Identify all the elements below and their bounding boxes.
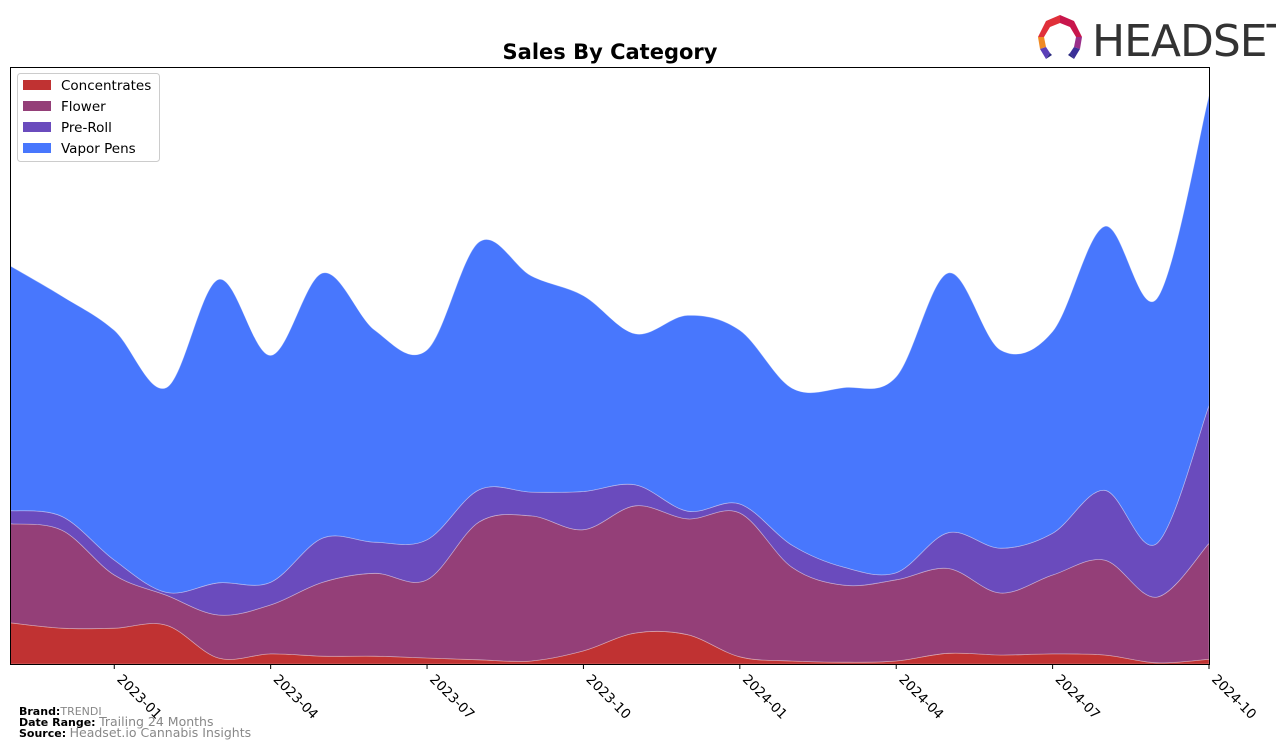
x-tick-label-2024-01: 2024-01 (739, 672, 790, 723)
x-tick-label-2023-10: 2023-10 (583, 672, 634, 723)
chart-title: Sales By Category (503, 40, 718, 64)
legend-swatch-concentrates (23, 80, 51, 90)
x-tick-label-2024-04: 2024-04 (895, 672, 946, 723)
legend-label-concentrates: Concentrates (61, 78, 151, 94)
legend-label-pre-roll: Pre-Roll (61, 120, 112, 136)
source-label: Source: (19, 727, 67, 740)
x-axis: 2023-01 2023-04 2023-07 2023-10 2024-01 2024-… (113, 664, 1259, 723)
headset-logo-icon (1038, 15, 1082, 59)
source-value: Headset.io Cannabis Insights (69, 725, 252, 740)
x-tick-label-2024-10: 2024-10 (1208, 672, 1259, 723)
sales-by-category-chart: Sales By Category HEADSET 2023-01 2023-04… (9, 15, 1276, 723)
legend-swatch-vapor-pens (23, 143, 51, 153)
legend: Concentrates Flower Pre-Roll Vapor Pens (17, 73, 160, 162)
logo-wordmark: HEADSET (1092, 16, 1276, 67)
x-tick-label-2023-07: 2023-07 (426, 672, 477, 723)
legend-swatch-flower (23, 101, 51, 111)
x-tick-label-2024-07: 2024-07 (1052, 672, 1103, 723)
plot-area (9, 95, 1210, 665)
legend-swatch-pre-roll (23, 122, 51, 132)
headset-logo: HEADSET (1038, 15, 1276, 67)
legend-label-flower: Flower (61, 99, 106, 115)
x-tick-label-2023-04: 2023-04 (270, 672, 321, 723)
chart-footer: Brand:TRENDI Date Range: Trailing 24 Mon… (19, 706, 252, 740)
legend-label-vapor-pens: Vapor Pens (61, 141, 136, 157)
